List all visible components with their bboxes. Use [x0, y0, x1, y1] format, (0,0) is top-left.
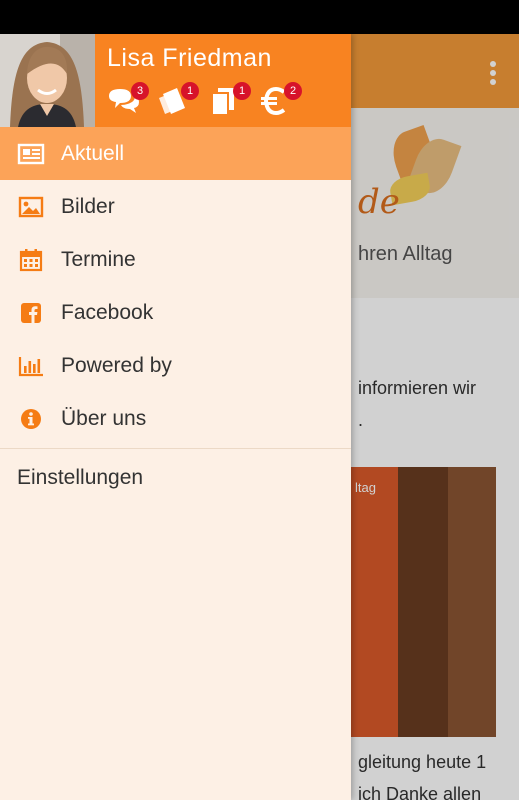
messages-badge: 3 [131, 82, 149, 100]
drawer-menu: Aktuell Bilder Termine Facebook Powered … [0, 127, 351, 507]
menu-item-aktuell[interactable]: Aktuell [0, 127, 351, 180]
menu-item-label: Powered by [61, 353, 172, 377]
tickets-badge: 1 [181, 82, 199, 100]
image-icon [17, 193, 45, 221]
navigation-drawer: Lisa Friedman 3 1 1 2 Aktuell Bilder Ter… [0, 34, 351, 800]
messages-button[interactable]: 3 [107, 82, 149, 120]
info-icon [17, 405, 45, 433]
avatar[interactable] [0, 34, 95, 127]
menu-item-powered-by[interactable]: Powered by [0, 339, 351, 392]
documents-badge: 1 [233, 82, 251, 100]
drawer-header: Lisa Friedman 3 1 1 2 [0, 34, 351, 127]
status-bar [0, 0, 519, 34]
menu-item-label: Aktuell [61, 141, 125, 165]
menu-item-label: Bilder [61, 194, 115, 218]
menu-item-facebook[interactable]: Facebook [0, 286, 351, 339]
tickets-button[interactable]: 1 [157, 82, 199, 120]
documents-button[interactable]: 1 [209, 82, 251, 120]
user-name: Lisa Friedman [107, 44, 272, 72]
facebook-icon [17, 299, 45, 327]
payments-button[interactable]: 2 [260, 82, 302, 120]
calendar-icon [17, 246, 45, 274]
menu-item-ueber-uns[interactable]: Über uns [0, 392, 351, 445]
menu-item-label: Termine [61, 247, 136, 271]
newspaper-icon [17, 140, 45, 168]
menu-item-bilder[interactable]: Bilder [0, 180, 351, 233]
menu-item-label: Facebook [61, 300, 154, 324]
menu-item-termine[interactable]: Termine [0, 233, 351, 286]
bar-chart-icon [17, 352, 45, 380]
settings-item[interactable]: Einstellungen [0, 449, 351, 507]
menu-item-label: Über uns [61, 406, 147, 430]
payments-badge: 2 [284, 82, 302, 100]
